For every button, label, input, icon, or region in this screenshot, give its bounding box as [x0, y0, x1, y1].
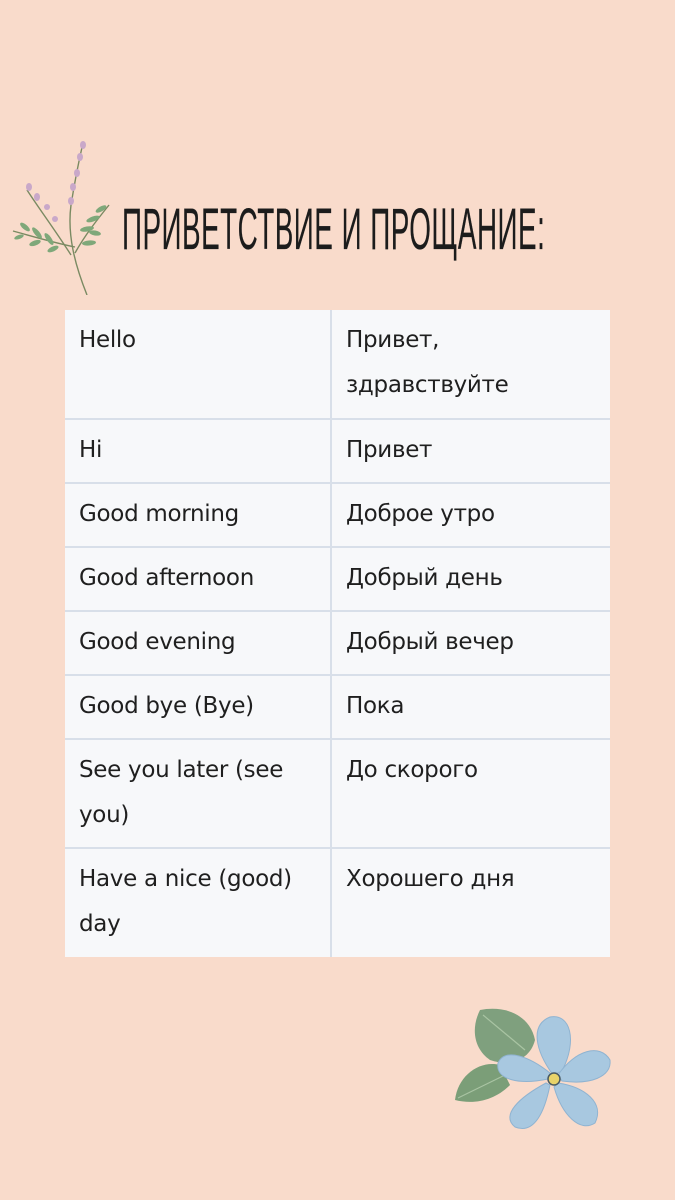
english-text: Good afternoon — [79, 565, 254, 591]
english-text: See you later (see you) — [79, 757, 284, 828]
russian-text: Хорошего дня — [346, 866, 515, 892]
russian-cell: Хорошего дня — [330, 847, 610, 957]
english-cell: Have a nice (good) day — [65, 847, 332, 957]
russian-cell: Пока — [330, 674, 610, 740]
english-cell: Hi — [65, 418, 332, 484]
russian-cell: Доброе утро — [330, 482, 610, 548]
russian-text: Добрый день — [346, 565, 503, 591]
english-cell: See you later (see you) — [65, 738, 332, 849]
table-row: Hi Привет — [65, 418, 610, 484]
table-row: Good morning Доброе утро — [65, 482, 610, 548]
table-row: Have a nice (good) day Хорошего дня — [65, 847, 610, 957]
russian-text: Пока — [346, 693, 405, 719]
table-row: Hello Привет, здравствуйте — [65, 310, 610, 420]
english-text: Good bye (Bye) — [79, 693, 254, 719]
english-cell: Good evening — [65, 610, 332, 676]
english-text: Hi — [79, 437, 103, 463]
russian-cell: Добрый вечер — [330, 610, 610, 676]
russian-cell: До скорого — [330, 738, 610, 849]
russian-cell: Привет, здравствуйте — [330, 310, 610, 420]
table-row: Good afternoon Добрый день — [65, 546, 610, 612]
russian-text: Доброе утро — [346, 501, 495, 527]
english-cell: Hello — [65, 310, 332, 420]
blue-flower-icon — [455, 1008, 611, 1129]
english-cell: Good afternoon — [65, 546, 332, 612]
russian-text: Привет, здравствуйте — [346, 327, 509, 398]
table-row: See you later (see you) До скорого — [65, 738, 610, 849]
english-cell: Good morning — [65, 482, 332, 548]
russian-text: Привет — [346, 437, 433, 463]
table-row: Good evening Добрый вечер — [65, 610, 610, 676]
page-title: ПРИВЕТСТВИЕ И ПРОЩАНИЕ: — [122, 197, 546, 262]
russian-text: Добрый вечер — [346, 629, 514, 655]
russian-cell: Привет — [330, 418, 610, 484]
phrase-table: Hello Привет, здравствуйте Hi Привет Goo… — [65, 310, 610, 957]
lavender-sprig-icon — [12, 141, 110, 295]
english-text: Good evening — [79, 629, 236, 655]
russian-cell: Добрый день — [330, 546, 610, 612]
english-text: Good morning — [79, 501, 239, 527]
russian-text: До скорого — [346, 757, 478, 783]
english-text: Hello — [79, 327, 136, 353]
table-row: Good bye (Bye) Пока — [65, 674, 610, 740]
english-cell: Good bye (Bye) — [65, 674, 332, 740]
english-text: Have a nice (good) day — [79, 866, 292, 937]
